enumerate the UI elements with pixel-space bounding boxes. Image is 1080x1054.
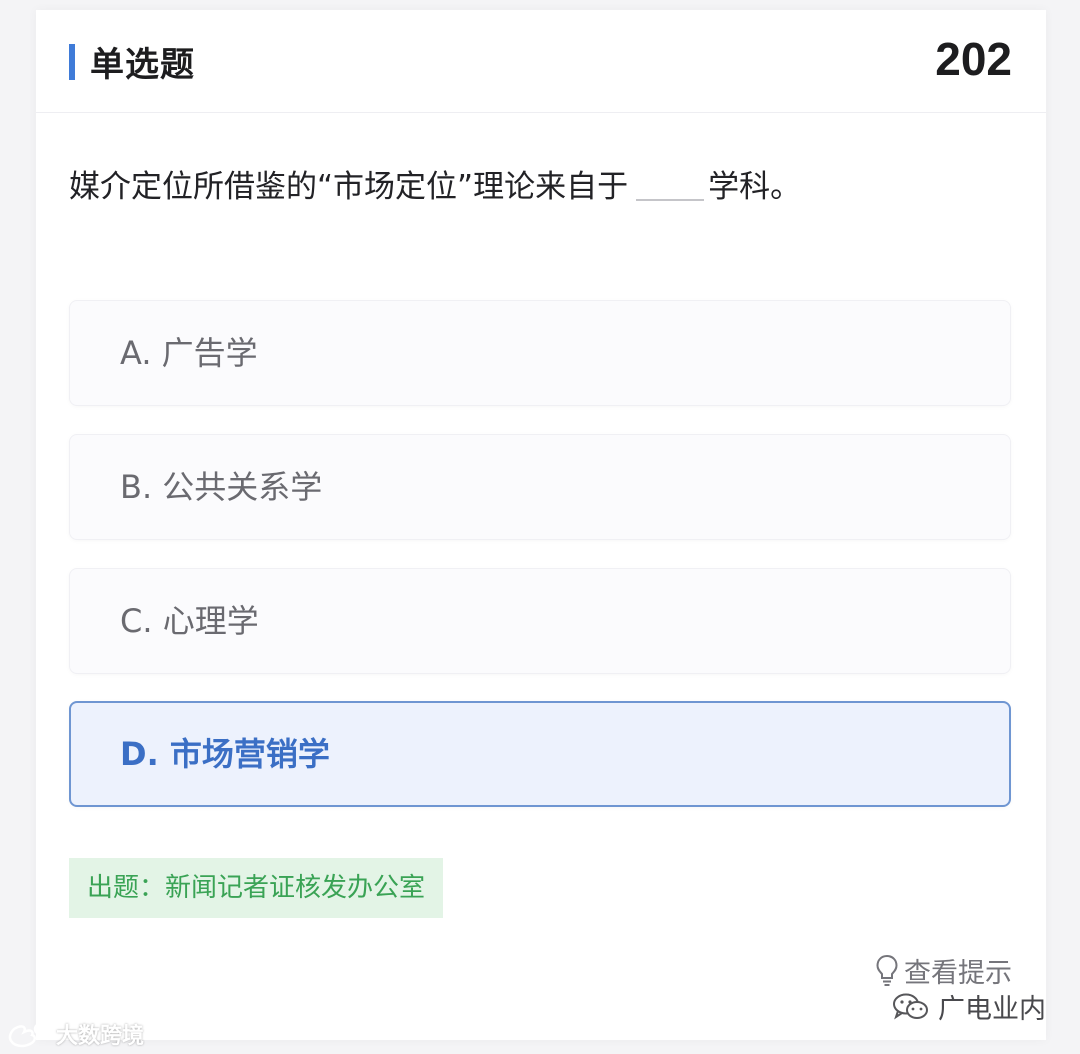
option-a[interactable]: A. 广告学 [69, 300, 1011, 406]
wechat-icon [893, 993, 928, 1019]
option-d[interactable]: D. 市场营销学 [69, 701, 1011, 807]
question-blank [636, 169, 705, 201]
header-accent-bar [69, 44, 75, 80]
wechat-account-name: 广电业内 [938, 994, 1046, 1025]
option-label: C. 心理学 [120, 602, 259, 640]
weibo-account-name: 大数跨境 [56, 1024, 145, 1049]
option-label: A. 广告学 [120, 334, 258, 372]
weibo-account-watermark: 大数跨境 [6, 1018, 144, 1050]
view-hint-label: 查看提示 [904, 957, 1012, 989]
question-text: 媒介定位所借鉴的“市场定位”理论来自于 学科。 [69, 165, 801, 209]
option-label: B. 公共关系学 [120, 468, 323, 506]
question-text-before: 媒介定位所借鉴的“市场定位”理论来自于 [69, 169, 629, 205]
question-header: 单选题 202 [36, 10, 1046, 113]
question-text-after: 学科。 [708, 169, 802, 205]
lightbulb-icon [876, 954, 898, 986]
option-b[interactable]: B. 公共关系学 [69, 434, 1011, 540]
question-card: 单选题 202 媒介定位所借鉴的“市场定位”理论来自于 学科。 A. 广告学 B.… [36, 10, 1046, 1040]
wechat-account-watermark: 广电业内 [892, 987, 1046, 1026]
question-number: 202 [935, 33, 1012, 85]
question-type-title: 单选题 [90, 45, 195, 85]
weibo-icon [8, 1022, 50, 1048]
question-source-tag: 出题：新闻记者证核发办公室 [69, 858, 444, 918]
option-c[interactable]: C. 心理学 [69, 568, 1011, 674]
option-label: D. 市场营销学 [120, 735, 330, 773]
view-hint-button[interactable]: 查看提示 [874, 948, 1012, 992]
